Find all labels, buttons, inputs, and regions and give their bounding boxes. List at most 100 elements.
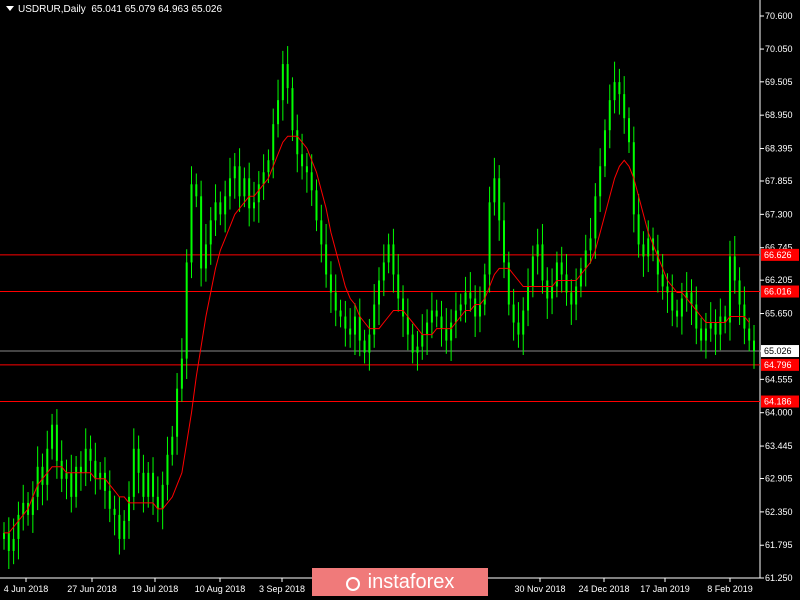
last-price-label: 65.026 [764,346,792,356]
y-tick-label: 66.205 [765,275,793,285]
x-tick-label: 3 Sep 2018 [259,584,305,594]
candle-body [426,322,429,335]
candle-body [46,448,49,485]
candle-body [132,448,135,497]
candle-body [575,286,578,305]
candle-body [551,286,554,299]
candle-body [65,472,68,479]
candle-body [392,244,395,275]
y-tick-label: 67.855 [765,176,793,186]
chevron-down-icon[interactable] [6,6,14,11]
x-tick-label: 27 Jun 2018 [67,584,117,594]
candle-body [224,196,227,215]
candle-body [579,268,582,287]
candle-body [310,172,313,191]
candle-body [560,262,563,275]
candle-body [79,466,82,473]
candle-body [536,244,539,257]
candle-body [440,316,443,329]
y-tick-label: 63.445 [765,441,793,451]
candle-body [493,178,496,203]
candle-body [397,274,400,299]
candle-body [603,130,606,167]
candle-body [267,160,270,173]
candle-body [753,340,755,351]
x-tick-label: 8 Feb 2019 [707,584,753,594]
candle-body [733,256,736,281]
x-tick-label: 4 Jun 2018 [4,584,49,594]
candle-body [75,466,78,497]
candle-body [709,322,712,329]
candle-body [204,244,207,269]
candle-body [257,184,260,203]
candle-body [17,514,20,539]
candle-body [152,472,155,497]
candle-body [738,280,741,305]
y-tick-label: 62.350 [765,507,793,517]
y-tick-label: 61.250 [765,573,793,583]
candle-body [416,346,419,353]
candle-body [123,520,126,539]
candle-body [22,502,25,515]
candle-body [233,166,236,179]
candle-body [728,256,731,323]
candle-body [118,514,121,539]
candle-body [219,202,222,215]
candle-body [41,466,44,485]
candle-body [618,82,621,95]
candle-body [421,334,424,347]
candle-body [700,328,703,341]
candle-body [546,280,549,299]
candle-body [498,178,501,221]
candle-body [676,310,679,317]
candle-body [637,214,640,245]
candle-body [103,472,106,491]
symbol-label: USDRUR,Daily [18,4,86,15]
candle-body [315,190,318,221]
candle-body [214,202,217,221]
candle-body [555,262,558,287]
candle-body [305,166,308,173]
candle-body [599,166,602,197]
candle-body [238,166,241,197]
candle-body [272,124,275,161]
candle-body [94,460,97,479]
candle-body [36,466,39,497]
candle-body [262,172,265,185]
candle-body [128,496,130,521]
candle-body [459,304,462,311]
watermark-text: instaforex [367,571,455,593]
candle-body [517,322,520,335]
candle-body [450,322,453,341]
candle-body [522,310,525,335]
x-tick-label: 24 Dec 2018 [578,584,629,594]
candle-body [248,178,251,209]
candle-body [435,310,438,317]
candle-body [628,118,630,143]
candle-body [108,490,111,509]
candle-body [541,244,544,281]
candle-body [647,238,650,257]
y-tick-label: 61.795 [765,540,793,550]
candle-body [402,298,405,317]
x-tick-label: 10 Aug 2018 [195,584,246,594]
candle-body [243,178,246,197]
candle-body [176,388,179,437]
ohlc-values: 65.041 65.079 64.963 65.026 [91,4,223,15]
candle-body [358,316,361,341]
candle-body [325,244,328,275]
candle-body [166,454,169,485]
candle-body [512,304,515,323]
candle-body [584,250,587,269]
level-tag-label: 66.626 [764,250,792,260]
candle-body [344,316,347,329]
candle-body [478,304,481,317]
y-tick-label: 70.050 [765,44,793,54]
y-tick-label: 64.000 [765,408,793,418]
x-tick-label: 19 Jul 2018 [132,584,179,594]
candle-body [171,436,174,455]
candle-body [195,184,198,197]
candle-body [180,358,183,389]
candle-body [570,292,573,305]
candle-body [373,304,376,335]
